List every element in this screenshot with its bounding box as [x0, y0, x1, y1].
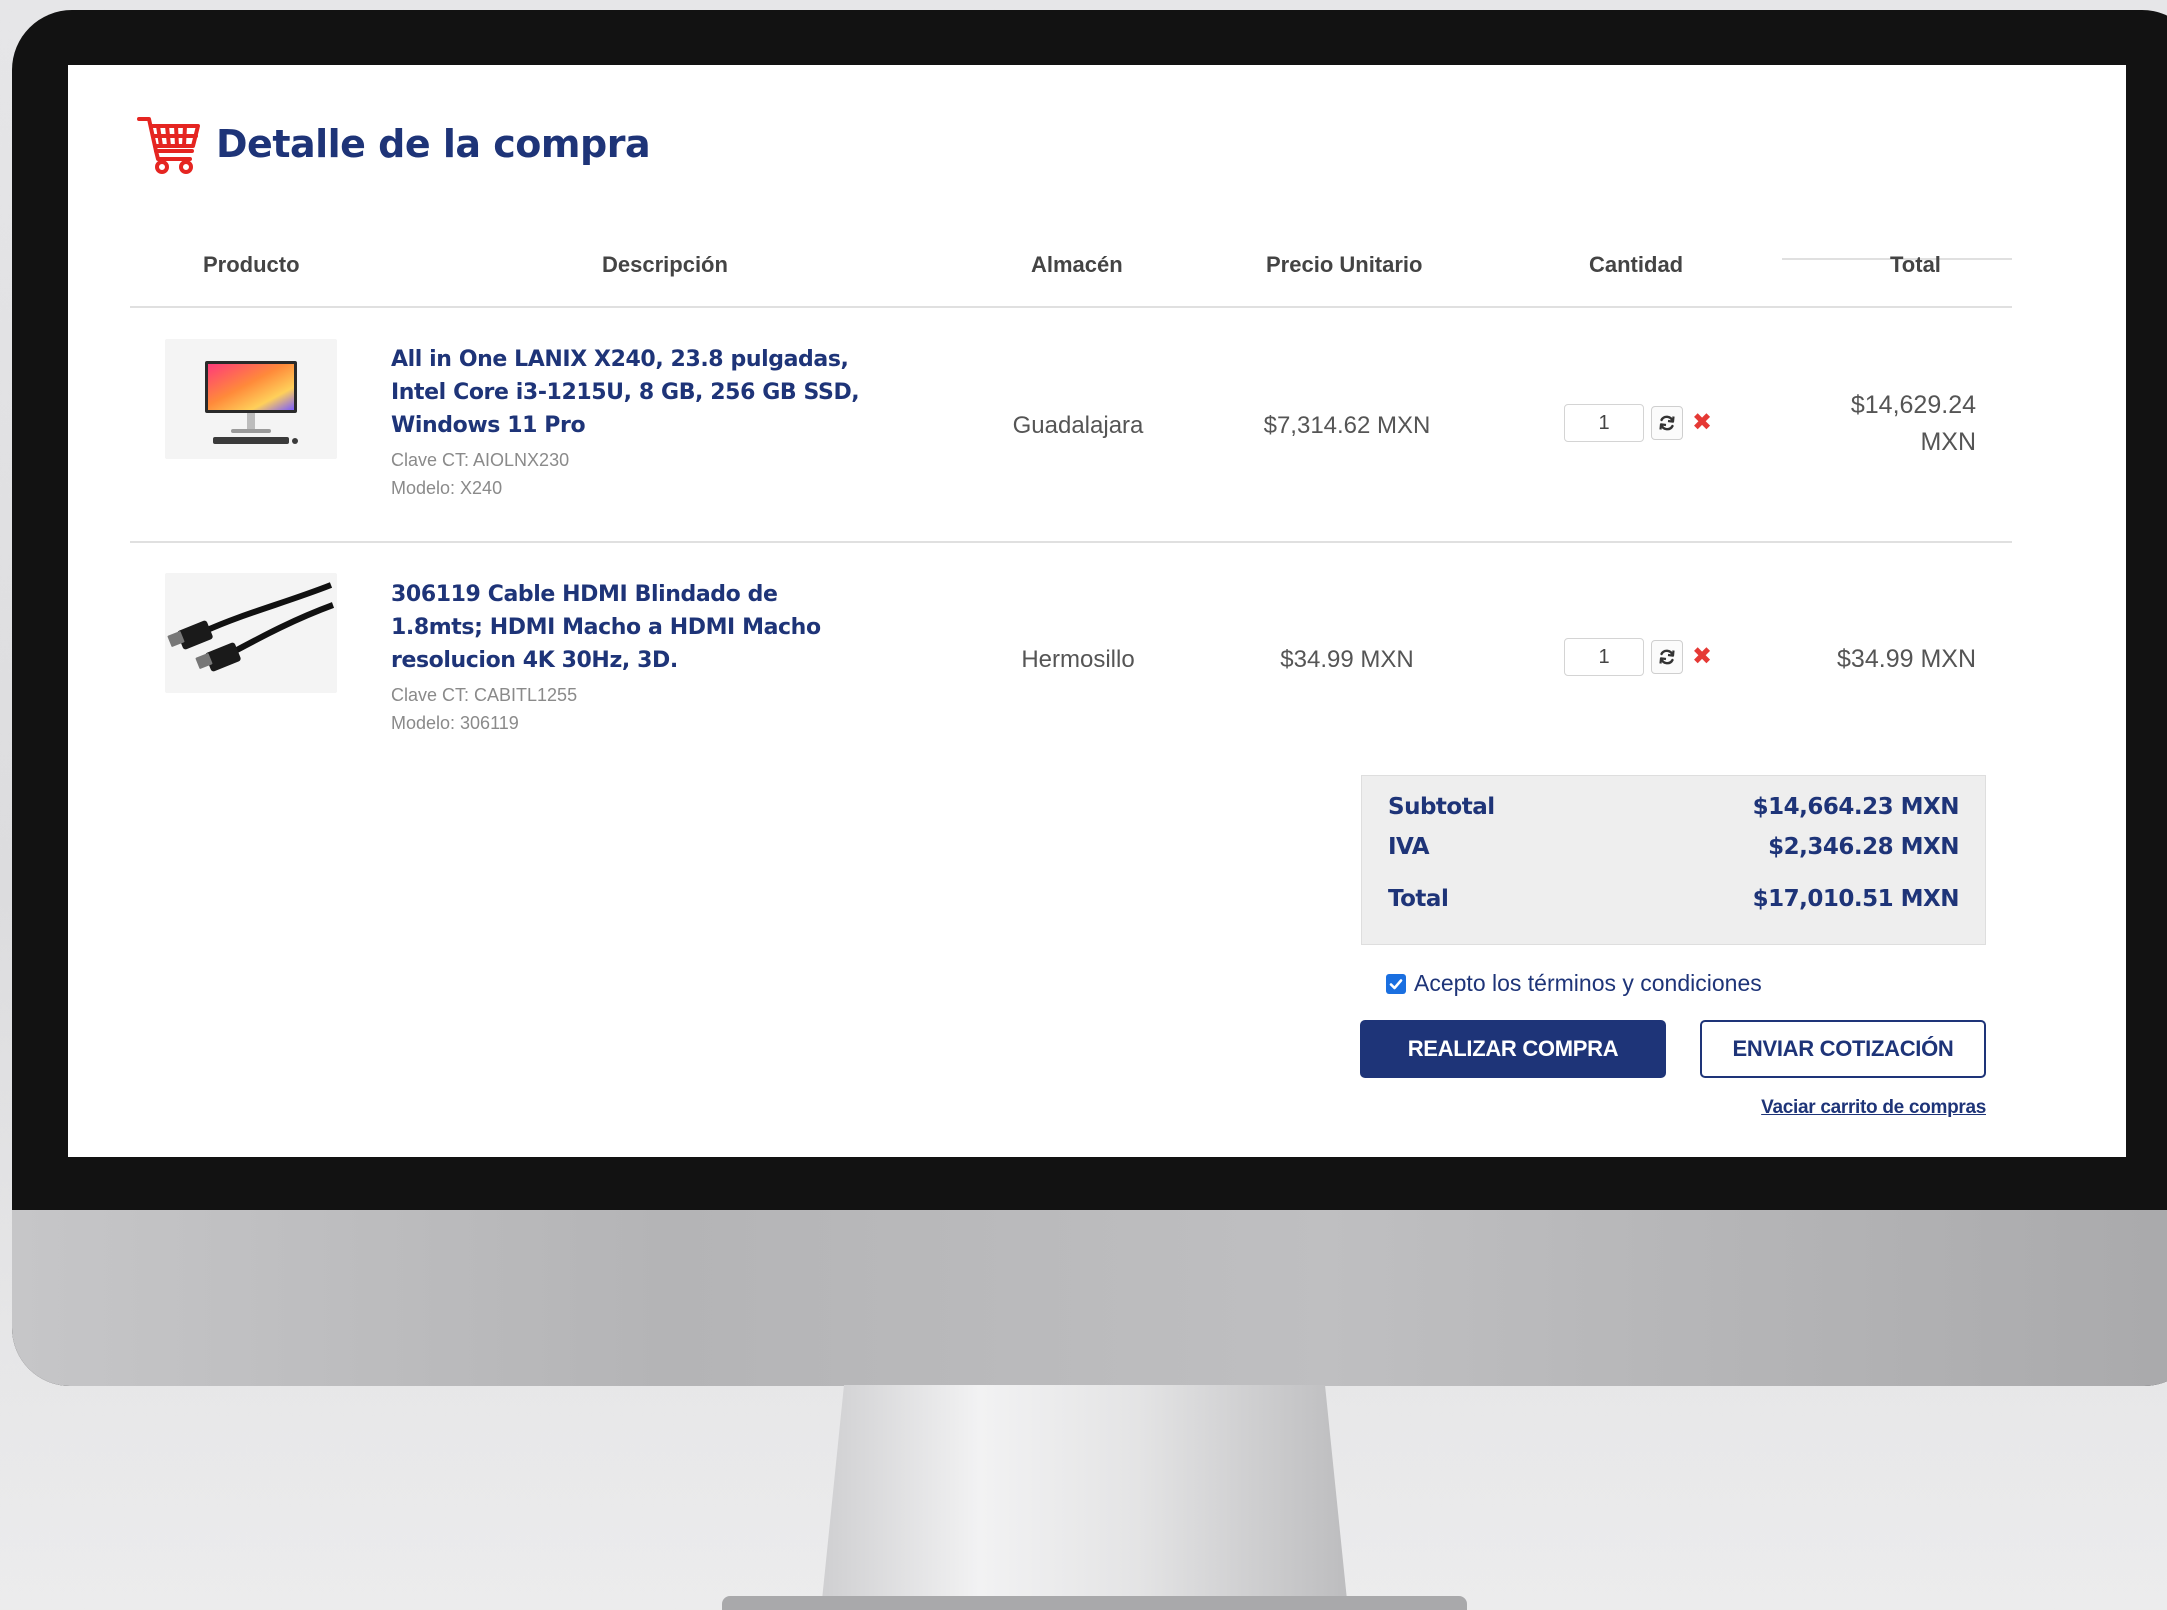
empty-cart-link[interactable]: Vaciar carrito de compras: [1761, 1097, 1986, 1119]
terms-label[interactable]: Acepto los términos y condiciones: [1414, 970, 1762, 997]
refresh-button[interactable]: [1651, 640, 1683, 674]
row-total-cell: $14,629.24 MXN: [1851, 387, 1976, 461]
page-header: Detalle de la compra: [136, 113, 651, 175]
refresh-icon: [1659, 415, 1675, 431]
monitor-stand-base: [722, 1596, 1467, 1610]
subtotal-label: Subtotal: [1388, 794, 1495, 820]
warehouse-cell: Hermosillo: [1021, 646, 1135, 673]
product-description: All in One LANIX X240, 23.8 pulgadas, In…: [391, 343, 871, 502]
enviar-cotizacion-button[interactable]: ENVIAR COTIZACIÓN: [1700, 1020, 1986, 1078]
row-total-currency: MXN: [1920, 428, 1976, 456]
row-divider: [130, 541, 2012, 543]
row-total-cell: $34.99 MXN: [1837, 641, 1976, 678]
unit-price-cell: $7,314.62 MXN: [1263, 412, 1431, 439]
shopping-cart-icon: [137, 117, 200, 174]
order-summary: Subtotal $14,664.23 MXN IVA $2,346.28 MX…: [1361, 775, 1986, 945]
warehouse-cell: Guadalajara: [1012, 412, 1144, 439]
refresh-icon: [1659, 649, 1675, 665]
iva-value: $2,346.28 MXN: [1768, 834, 1959, 860]
product-title-link[interactable]: All in One LANIX X240, 23.8 pulgadas, In…: [391, 343, 871, 442]
header-bottom-divider: [130, 306, 2012, 308]
page-title: Detalle de la compra: [216, 122, 651, 166]
screen: Detalle de la compra Producto Descripció…: [68, 65, 2126, 1157]
column-header-warehouse: Almacén: [1031, 252, 1123, 277]
product-modelo: Modelo: X240: [391, 478, 503, 498]
refresh-button[interactable]: [1651, 406, 1683, 440]
column-header-quantity: Cantidad: [1589, 252, 1684, 277]
product-clave: Clave CT: CABITL1255: [391, 685, 578, 705]
terms-row: Acepto los términos y condiciones: [1386, 970, 1762, 997]
row-total-amount: $14,629.24: [1850, 391, 1976, 419]
remove-icon[interactable]: ✖: [1692, 411, 1712, 435]
product-title-link[interactable]: 306119 Cable HDMI Blindado de 1.8mts; HD…: [391, 578, 871, 677]
quantity-input[interactable]: 1: [1564, 638, 1644, 676]
product-clave: Clave CT: AIOLNX230: [391, 450, 570, 470]
column-header-total: Total: [1890, 252, 1941, 277]
hdmi-cable-image[interactable]: [165, 573, 337, 693]
column-header-product: Producto: [203, 252, 300, 277]
total-value: $17,010.51 MXN: [1752, 886, 1960, 912]
realizar-compra-button[interactable]: REALIZAR COMPRA: [1360, 1020, 1666, 1078]
checkmark-icon: [1389, 978, 1403, 989]
product-description: 306119 Cable HDMI Blindado de 1.8mts; HD…: [391, 578, 871, 737]
remove-icon[interactable]: ✖: [1692, 645, 1712, 669]
column-header-description: Descripción: [602, 252, 728, 277]
quantity-input[interactable]: 1: [1564, 404, 1644, 442]
total-label: Total: [1388, 886, 1449, 912]
product-meta: Clave CT: CABITL1255 Modelo: 306119: [391, 681, 871, 737]
monitor-chin: [12, 1210, 2167, 1386]
product-modelo: Modelo: 306119: [391, 713, 519, 733]
iva-label: IVA: [1388, 834, 1430, 860]
product-meta: Clave CT: AIOLNX230 Modelo: X240: [391, 446, 871, 502]
subtotal-value: $14,664.23 MXN: [1752, 794, 1960, 820]
column-header-unit-price: Precio Unitario: [1266, 252, 1423, 277]
unit-price-cell: $34.99 MXN: [1280, 646, 1414, 673]
all-in-one-computer-image[interactable]: [165, 339, 337, 459]
terms-checkbox[interactable]: [1386, 973, 1406, 994]
row-total-amount: $34.99 MXN: [1837, 645, 1976, 673]
monitor-stand: [822, 1385, 1347, 1600]
